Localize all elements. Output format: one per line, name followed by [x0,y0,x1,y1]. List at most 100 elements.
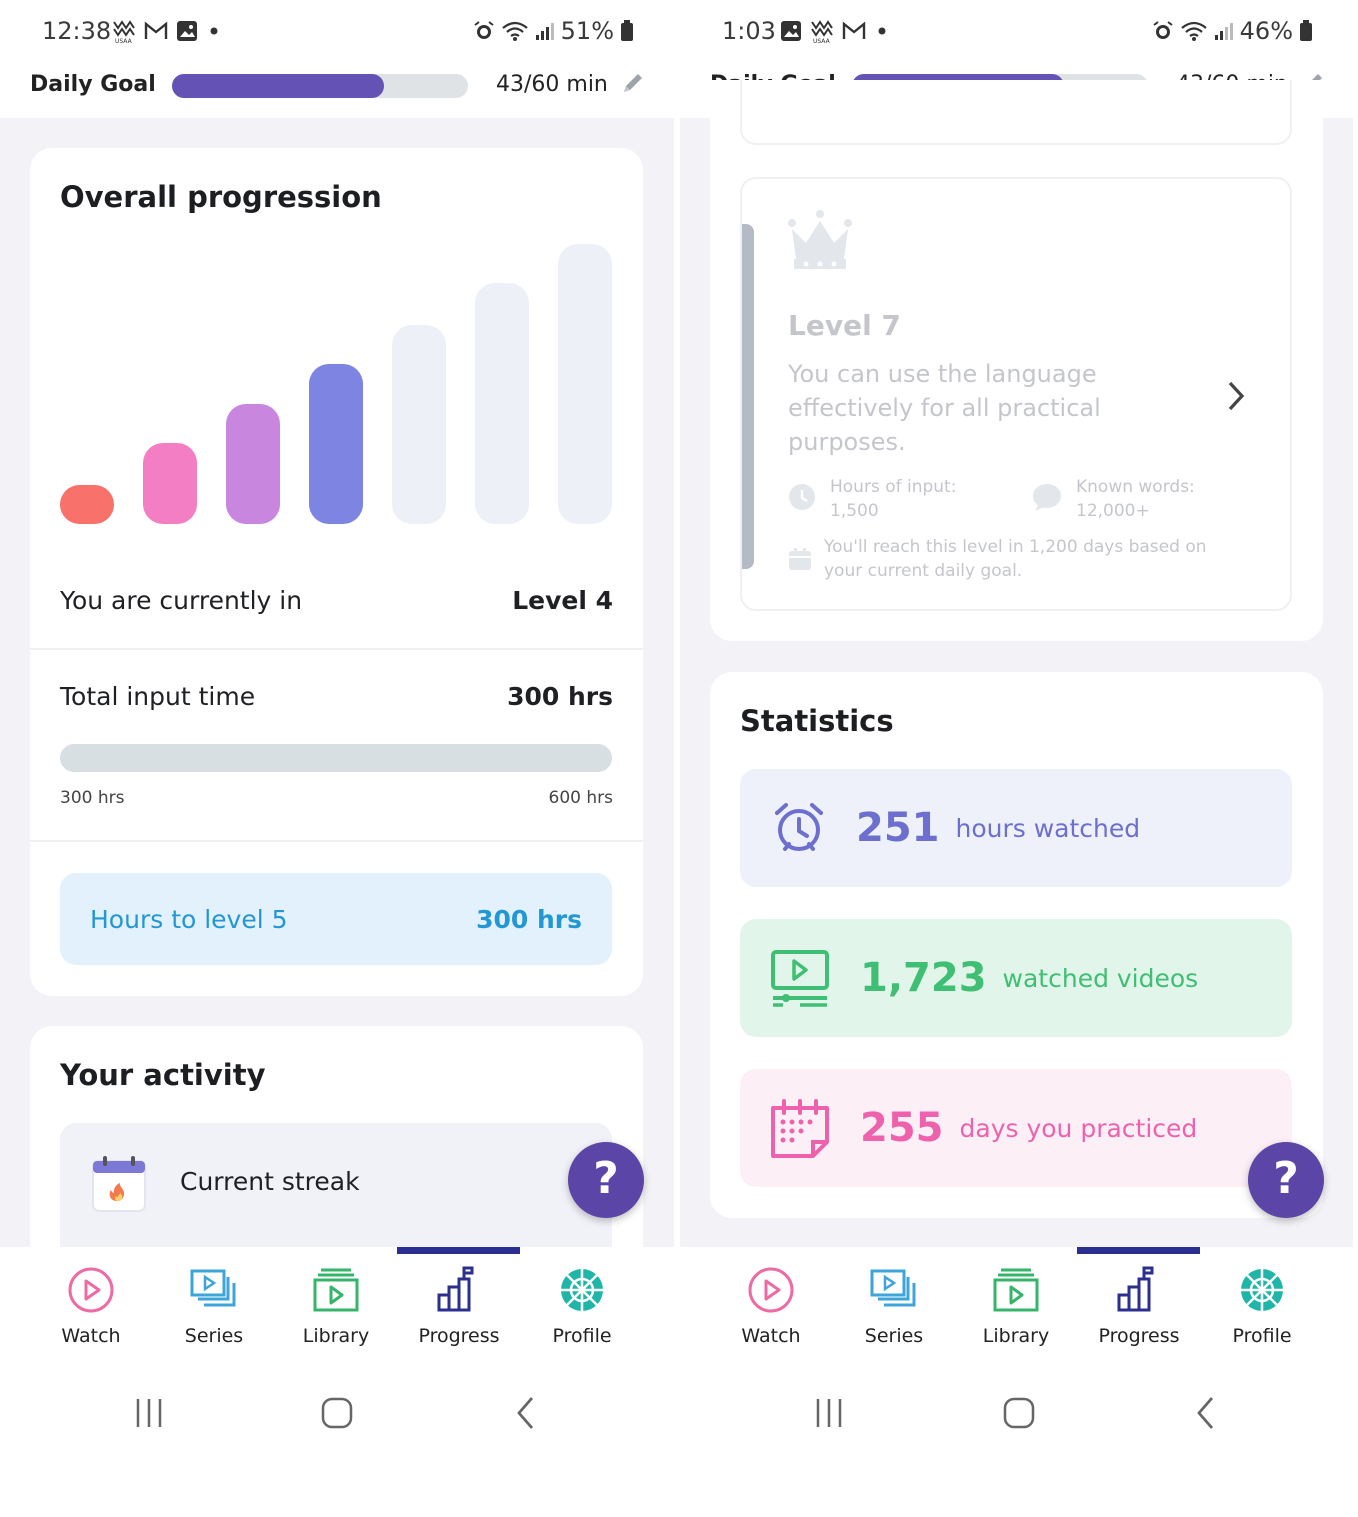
hours-of-input-value: 1,500 [830,501,879,521]
level-bar-chart [60,244,612,524]
recent-apps-icon[interactable] [814,1395,844,1431]
divider [30,648,643,650]
recent-apps-icon[interactable] [134,1395,164,1431]
current-level-value: Level 4 [512,586,613,615]
level-bar-5 [392,325,446,524]
streak-calendar-icon [92,1156,146,1212]
level-accent-strip [742,224,754,569]
nav-library[interactable]: Library [275,1265,397,1347]
nav-profile-label: Profile [1232,1325,1292,1347]
days-practiced-number: 255 [860,1105,944,1151]
nav-library-label: Library [302,1325,370,1347]
help-button[interactable]: ? [1248,1142,1324,1218]
nav-profile-label: Profile [552,1325,612,1347]
daily-goal-track [172,74,468,98]
level-bar-2 [143,443,197,524]
battery-icon [1300,20,1312,41]
hours-watched-label: hours watched [955,813,1141,843]
chevron-right-icon[interactable] [1224,379,1248,413]
back-button-icon[interactable] [1194,1395,1218,1431]
profile-globe-icon [561,1269,603,1311]
status-time: 1:03 [722,17,776,45]
alarm-icon [474,21,494,39]
hours-of-input-label: Hours of input: [830,477,957,497]
active-tab-indicator [1077,1247,1200,1254]
known-words-value: 12,000+ [1076,501,1150,521]
battery-text: 51% [560,17,614,45]
nav-progress[interactable]: Progress [398,1265,520,1347]
levels-card: Level 7 You can use the language effecti… [710,80,1323,641]
level-bar-1 [60,485,114,524]
notification-icons: USAA [112,18,222,44]
notification-icons: USAA [780,18,890,44]
wifi-icon [1180,21,1207,41]
nav-series-label: Series [864,1325,924,1347]
edit-pencil-icon[interactable] [620,70,646,96]
nav-library[interactable]: Library [955,1265,1077,1347]
home-button-icon[interactable] [320,1395,354,1431]
hours-to-level-label: Hours to level 5 [90,904,288,934]
current-streak-label: Current streak [180,1167,360,1196]
calendar-icon [771,1099,829,1158]
speech-bubble-icon [1033,484,1061,511]
home-button-icon[interactable] [1002,1395,1036,1431]
calendar-small-icon [789,548,811,570]
gallery-icon [177,21,197,41]
total-input-value: 300 hrs [507,682,613,711]
gmail-icon [842,21,866,39]
watched-videos-number: 1,723 [860,955,987,1001]
back-button-icon[interactable] [514,1395,538,1431]
nav-library-label: Library [982,1325,1050,1347]
gallery-icon [781,21,801,41]
progress-chart-icon [1117,1266,1154,1312]
daily-goal-bar[interactable]: Daily Goal 43/60 min [0,62,674,118]
daily-goal-label: Daily Goal [30,72,156,97]
left-screen: 12:38 USAA 51% Daily Goal 43/60 min Over… [0,0,674,1517]
hours-of-input: Hours of input: 1,500 [830,475,956,523]
daily-goal-fill [172,74,385,98]
nav-watch[interactable]: Watch [710,1265,832,1347]
statistics-card: Statistics 251 hours watched 1,723 watch… [710,672,1323,1218]
help-button[interactable]: ? [568,1142,644,1218]
library-icon [313,1268,359,1312]
level-bar-4 [309,364,363,524]
input-time-progress-bar [60,744,612,772]
nav-profile[interactable]: Profile [1201,1265,1323,1347]
nav-series-label: Series [184,1325,244,1347]
level-description: You can use the language effectively for… [788,360,1101,456]
library-icon [993,1268,1039,1312]
nav-progress-label: Progress [418,1325,500,1347]
active-tab-indicator [397,1247,520,1254]
current-level-row: You are currently in Level 4 [60,586,613,615]
progress-chart-icon [437,1266,474,1312]
stat-hours-watched: 251 hours watched [740,769,1292,887]
your-activity-title: Your activity [60,1058,266,1092]
usaa-icon: USAA [113,20,135,44]
nav-watch-label: Watch [741,1325,801,1347]
divider [30,840,643,842]
statistics-title: Statistics [740,704,894,738]
bottom-nav: Watch Series Library Progress Profile [0,1247,674,1517]
alarm-clock-icon [775,803,823,851]
dot-icon [878,27,886,35]
level-7-item[interactable]: Level 7 You can use the language effecti… [740,177,1292,611]
nav-progress[interactable]: Progress [1078,1265,1200,1347]
profile-globe-icon [1241,1269,1283,1311]
nav-profile[interactable]: Profile [521,1265,643,1347]
signal-icon [535,23,554,40]
nav-series[interactable]: Series [153,1265,275,1347]
range-max-label: 600 hrs [548,788,613,808]
system-nav [0,1395,674,1435]
dot-icon [210,27,218,35]
alarm-icon [1153,21,1173,39]
reach-level-note: You'll reach this level in 1,200 days ba… [824,537,1207,581]
system-nav [680,1395,1353,1435]
nav-series[interactable]: Series [833,1265,955,1347]
watched-videos-label: watched videos [1002,963,1199,993]
nav-watch[interactable]: Watch [30,1265,152,1347]
previous-level-item[interactable] [740,80,1292,145]
status-bar: 1:03 USAA 46% [680,0,1353,62]
level-title: Level 7 [788,309,901,342]
wifi-icon [501,21,528,41]
current-level-label: You are currently in [60,586,303,615]
